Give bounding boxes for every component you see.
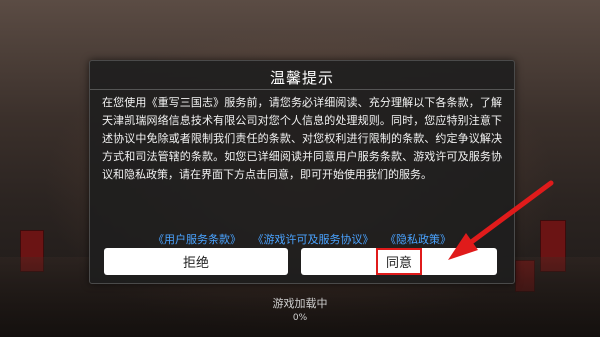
refuse-button-label: 拒绝 xyxy=(182,256,209,271)
user-terms-link[interactable]: 《用户服务条款》 xyxy=(153,233,241,246)
loading-label: 游戏加载中 xyxy=(272,297,328,310)
refuse-button[interactable]: 拒绝 xyxy=(104,248,288,275)
agree-button[interactable]: 同意 xyxy=(301,248,497,275)
game-license-link[interactable]: 《游戏许可及服务协议》 xyxy=(253,233,374,246)
dialog-body-text: 在您使用《重写三国志》服务前，请您务必详细阅读、充分理解以下各条款，了解天津凯瑞… xyxy=(102,96,502,181)
title-divider xyxy=(90,89,514,90)
loading-percent: 0% xyxy=(292,313,308,323)
privacy-policy-link[interactable]: 《隐私政策》 xyxy=(385,233,451,246)
agreement-links: 《用户服务条款》 《游戏许可及服务协议》 《隐私政策》 xyxy=(90,231,514,247)
agree-button-label: 同意 xyxy=(375,248,422,275)
privacy-notice-dialog: 温馨提示 在您使用《重写三国志》服务前，请您务必详细阅读、充分理解以下各条款，了… xyxy=(89,60,515,284)
dialog-title: 温馨提示 xyxy=(269,69,334,87)
